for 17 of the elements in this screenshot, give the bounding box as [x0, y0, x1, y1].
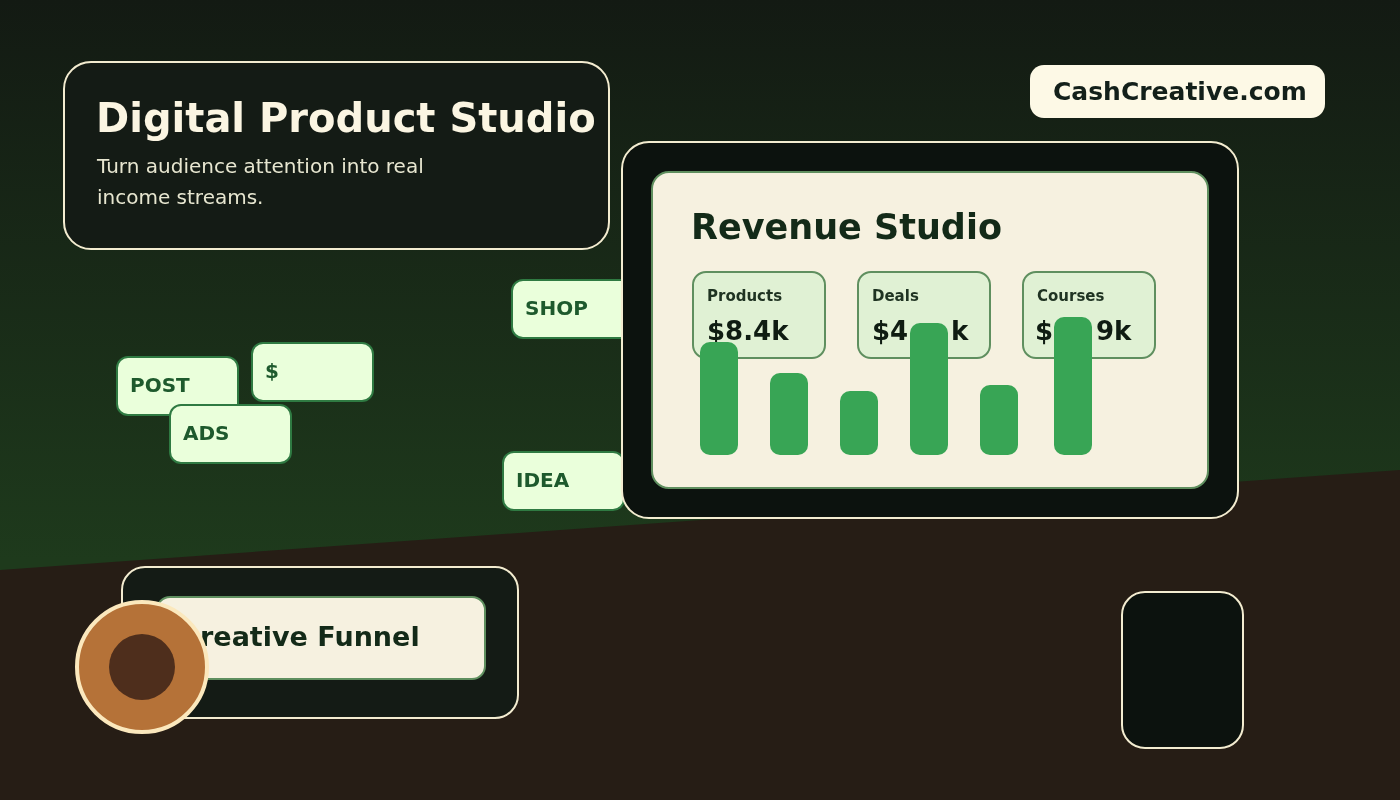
dashboard-title: Revenue Studio: [691, 206, 1003, 249]
chart-bar: [980, 385, 1018, 455]
stat-label: Courses: [1037, 287, 1105, 305]
page-title: Digital Product Studio: [96, 94, 597, 143]
stat-label: Deals: [872, 287, 919, 305]
stat-value: 9k: [1096, 315, 1132, 347]
stat-value: k: [951, 315, 969, 347]
stat-value: $: [1035, 315, 1054, 347]
tag-chip: $: [251, 342, 374, 402]
stat-label: Products: [707, 287, 783, 305]
brand-label: CashCreative.com: [1030, 65, 1325, 118]
tag-chip: ADS: [169, 404, 292, 464]
stat-value: $8.4k: [707, 315, 789, 347]
stat-value: $4: [872, 315, 909, 347]
tag-chip: IDEA: [502, 451, 625, 511]
chart-bar: [840, 391, 878, 455]
page-subtitle: Turn audience attention into real income streams.: [97, 153, 425, 211]
